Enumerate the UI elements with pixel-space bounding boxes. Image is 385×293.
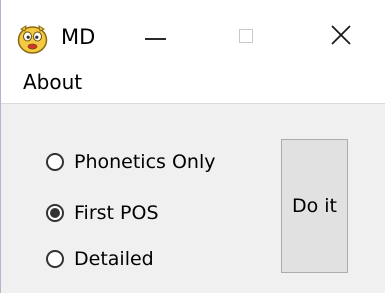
radio-button-icon <box>46 153 64 171</box>
radio-selected-dot <box>50 208 60 218</box>
radio-button-icon <box>46 250 64 268</box>
radio-phonetics-only[interactable]: Phonetics Only <box>46 147 216 177</box>
close-button[interactable] <box>311 14 371 60</box>
radio-button-icon <box>46 204 64 222</box>
close-icon <box>331 25 351 45</box>
maximize-icon <box>239 29 253 43</box>
window-title: MD <box>61 25 96 49</box>
do-it-button[interactable]: Do it <box>281 139 348 273</box>
minimize-button[interactable] <box>126 14 186 60</box>
menu-item-about[interactable]: About <box>23 70 82 94</box>
mode-radio-group: Phonetics Only First POS Detailed <box>0 104 270 293</box>
minimize-icon <box>145 38 166 40</box>
smiley-face-graphic <box>17 24 48 54</box>
maximize-button[interactable] <box>217 14 277 60</box>
radio-label: Phonetics Only <box>74 151 216 173</box>
md-window: MD About Phonetics Only First POS Detail… <box>0 0 385 293</box>
menu-bar: About <box>0 64 385 103</box>
radio-label: Detailed <box>74 248 154 270</box>
radio-label: First POS <box>74 202 159 224</box>
smiley-face-icon <box>17 23 48 54</box>
title-bar[interactable]: MD <box>0 0 385 64</box>
radio-first-pos[interactable]: First POS <box>46 198 159 228</box>
radio-detailed[interactable]: Detailed <box>46 244 154 274</box>
